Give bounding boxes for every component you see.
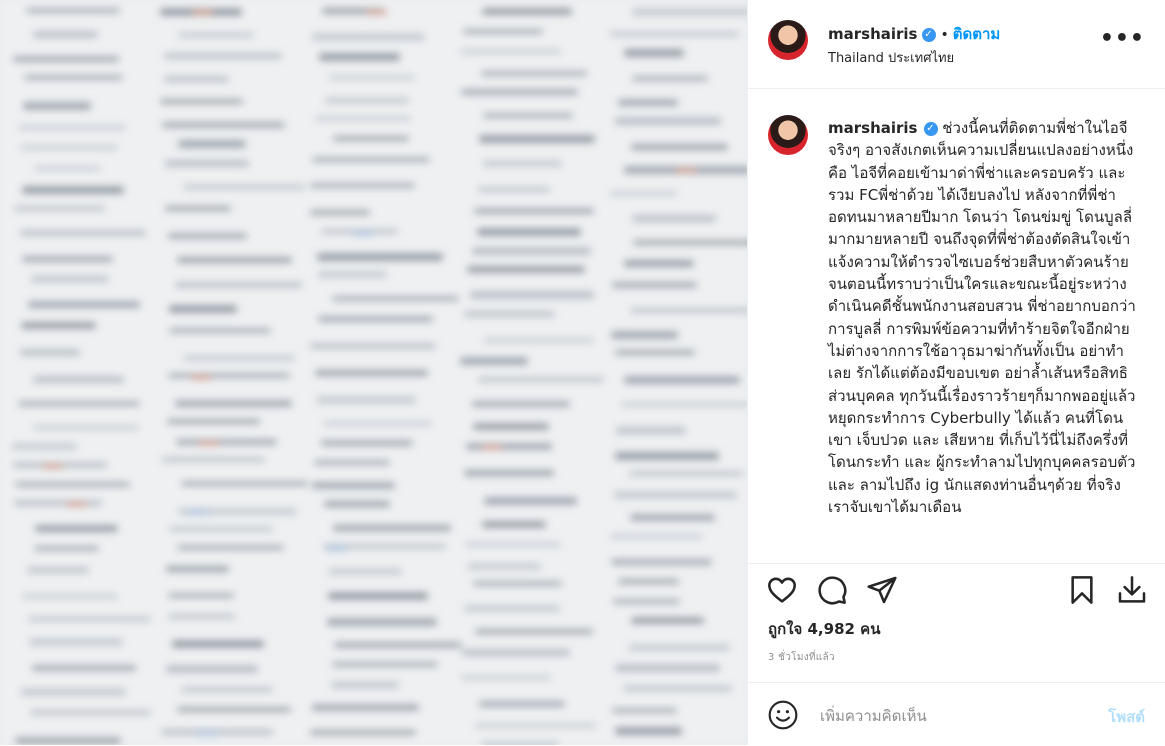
avatar[interactable]	[768, 20, 808, 60]
add-comment-bar: โพสต์	[748, 682, 1165, 746]
post-image	[0, 0, 748, 745]
heart-icon[interactable]	[766, 574, 798, 606]
caption: marshairis ✓ ช่วงนี้คนที่ติดตามพี่ช่าในไอ…	[828, 117, 1140, 518]
blurred-screenshot-image	[0, 0, 747, 745]
location-link[interactable]: Thailand ประเทศไทย	[828, 47, 954, 68]
verified-badge-icon: ✓	[921, 27, 936, 42]
more-options-icon[interactable]: •••	[1100, 26, 1145, 51]
comment-icon[interactable]	[816, 574, 848, 606]
post-comment-button[interactable]: โพสต์	[1108, 705, 1145, 729]
caption-avatar[interactable]	[768, 115, 808, 155]
caption-area: marshairis ✓ ช่วงนี้คนที่ติดตามพี่ช่าในไอ…	[748, 89, 1165, 564]
like-count[interactable]: ถูกใจ 4,982 คน	[768, 617, 880, 641]
bookmark-icon[interactable]	[1066, 574, 1098, 606]
caption-username[interactable]: marshairis	[828, 119, 918, 137]
post-header: marshairis ✓ • ติดตาม Thailand ประเทศไทย ••…	[748, 0, 1165, 89]
emoji-icon[interactable]	[767, 699, 799, 731]
share-icon[interactable]	[866, 574, 898, 606]
follow-button[interactable]: ติดตาม	[953, 25, 1001, 43]
header-user-row: marshairis ✓ • ติดตาม	[828, 22, 1000, 46]
post-side-panel: marshairis ✓ • ติดตาม Thailand ประเทศไทย ••…	[748, 0, 1165, 745]
caption-text: ช่วงนี้คนที่ติดตามพี่ช่าในไอจีจริงๆ อาจส…	[828, 119, 1136, 517]
comment-input[interactable]	[818, 703, 1072, 729]
post-timestamp[interactable]: 3 ชั่วโมงที่แล้ว	[768, 650, 835, 665]
action-bar	[748, 564, 1165, 612]
download-icon[interactable]	[1116, 574, 1148, 606]
separator-dot: •	[940, 27, 949, 43]
header-username[interactable]: marshairis	[828, 25, 918, 43]
verified-badge-icon: ✓	[923, 121, 938, 136]
